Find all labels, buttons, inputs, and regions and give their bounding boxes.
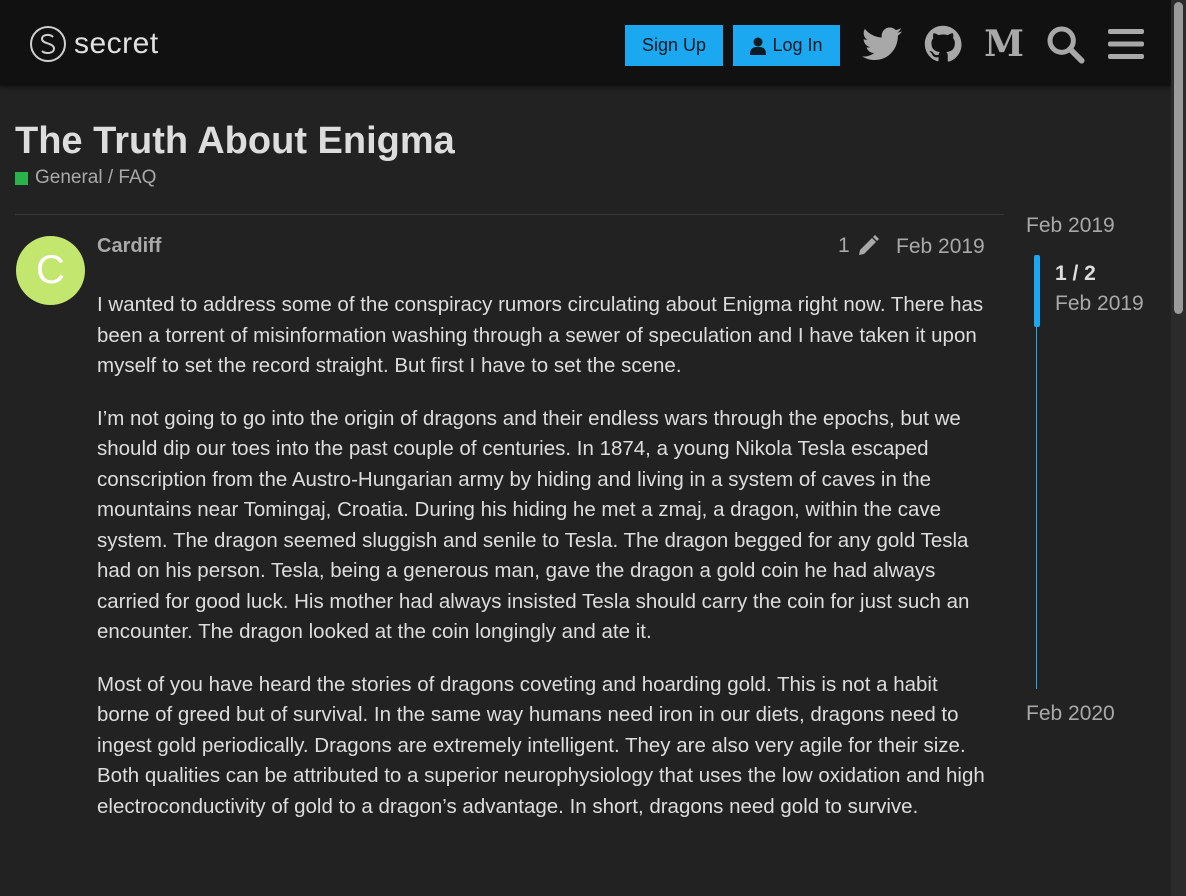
timeline-start-date[interactable]: Feb 2019 <box>1026 214 1115 238</box>
twitter-icon[interactable] <box>860 22 904 66</box>
edit-count: 1 <box>838 234 850 257</box>
timeline-end-date[interactable]: Feb 2020 <box>1026 702 1115 726</box>
timeline-position-date: Feb 2019 <box>1055 292 1144 315</box>
post-username[interactable]: Cardiff <box>97 235 161 258</box>
post-paragraph: I wanted to address some of the conspira… <box>97 293 984 377</box>
category-label: General / FAQ <box>35 167 157 188</box>
post-body: I wanted to address some of the conspira… <box>97 290 992 844</box>
site-logo[interactable]: secret <box>30 22 170 66</box>
secret-logo-icon <box>30 26 66 62</box>
pencil-icon <box>858 235 879 255</box>
divider <box>15 214 1004 215</box>
sign-up-button[interactable]: Sign Up <box>625 25 723 66</box>
timeline-position: 1 / 2 <box>1055 262 1096 285</box>
logo-text: secret <box>74 27 159 60</box>
avatar[interactable]: C <box>16 236 85 305</box>
post-paragraph: Most of you have heard the stories of dr… <box>97 672 985 818</box>
search-icon[interactable] <box>1043 22 1087 66</box>
site-header: secret Sign Up Log In M <box>0 0 1171 86</box>
category-badge[interactable]: General / FAQ <box>15 167 156 189</box>
page-scrollbar[interactable] <box>1171 0 1186 896</box>
topic-title[interactable]: The Truth About Enigma <box>15 120 455 163</box>
category-color-swatch <box>15 171 28 185</box>
post-paragraph: I’m not going to go into the origin of d… <box>97 406 970 644</box>
log-in-label: Log In <box>772 35 823 55</box>
medium-icon[interactable]: M <box>982 22 1026 66</box>
post-date[interactable]: Feb 2019 <box>896 235 985 259</box>
user-icon <box>750 37 767 55</box>
timeline-handle[interactable] <box>1034 255 1040 327</box>
github-icon[interactable] <box>921 22 965 66</box>
scrollbar-thumb[interactable] <box>1174 2 1183 314</box>
log-in-button[interactable]: Log In <box>733 25 840 66</box>
edit-history-button[interactable]: 1 <box>838 234 880 258</box>
hamburger-menu-icon[interactable] <box>1104 22 1148 66</box>
